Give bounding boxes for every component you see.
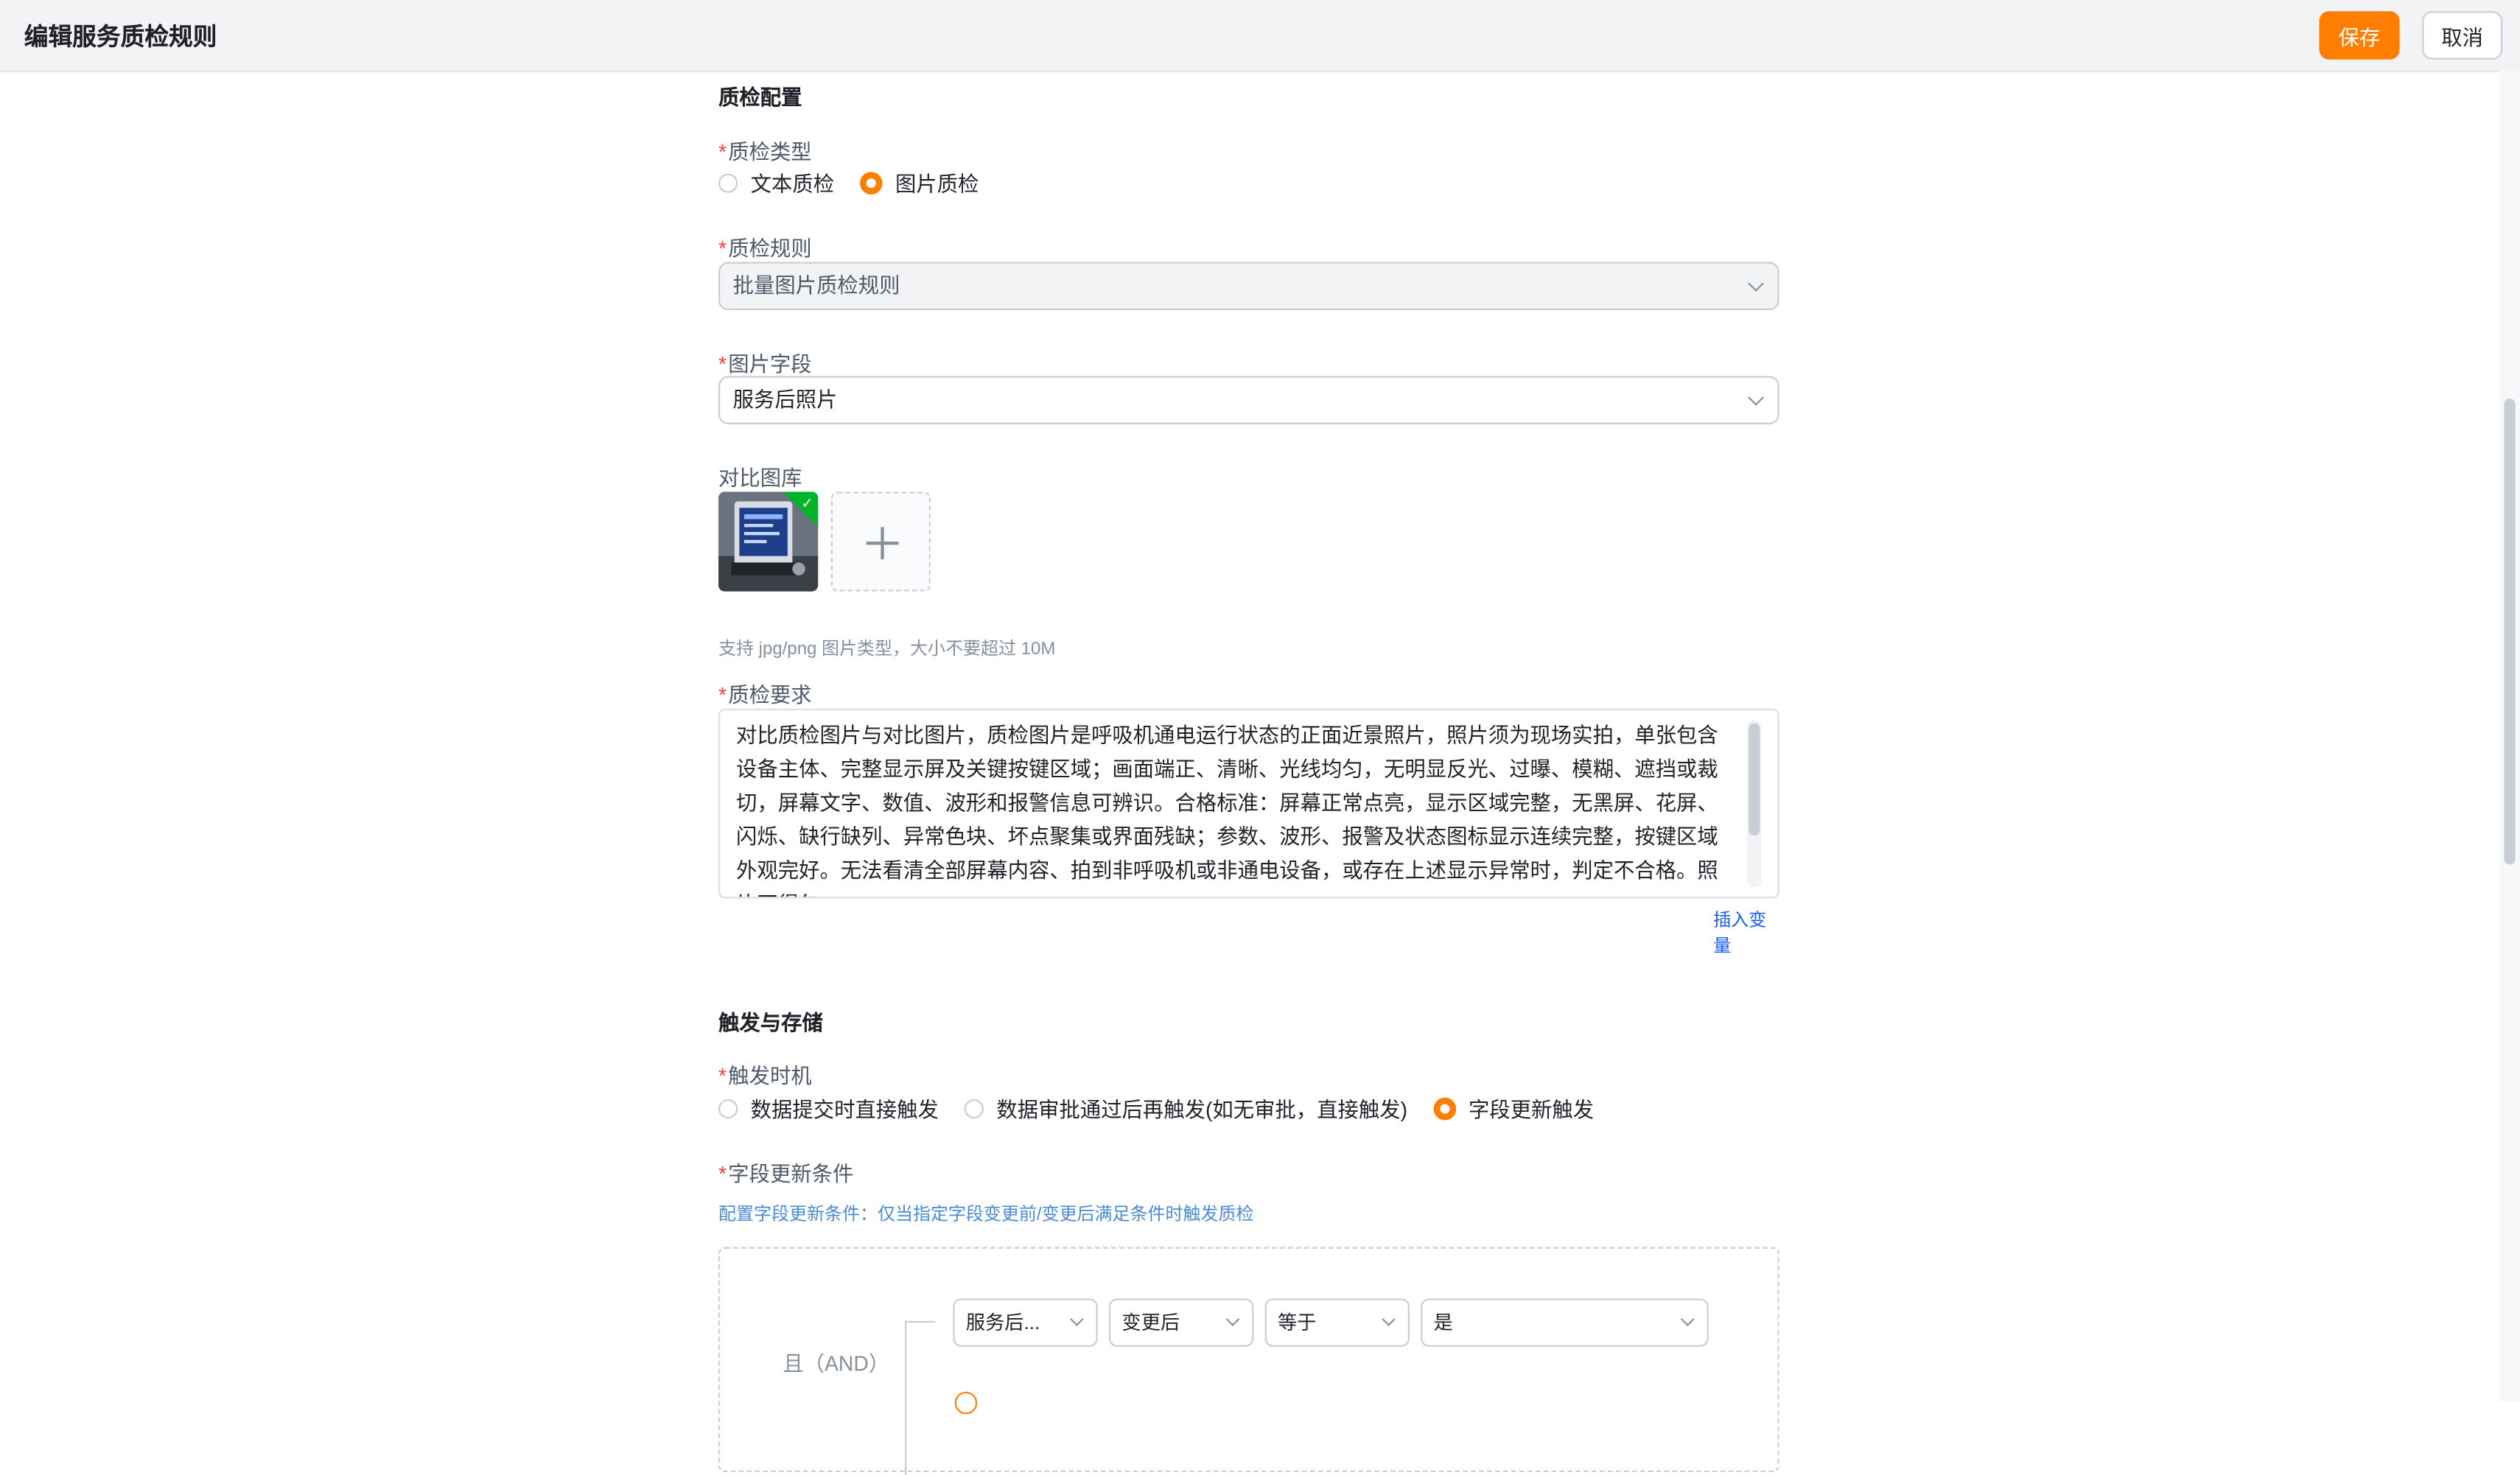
chevron-down-icon — [1748, 276, 1764, 292]
field-update-label: * 字段更新条件 — [718, 1162, 854, 1186]
condition-stage-select[interactable]: 变更后 — [1109, 1298, 1254, 1347]
inspection-type-radio-group: 文本质检 图片质检 — [718, 167, 1004, 197]
save-button[interactable]: 保存 — [2319, 11, 2400, 60]
check-icon: ✓ — [801, 494, 813, 511]
image-field-select[interactable]: 服务后照片 — [718, 376, 1779, 424]
trigger-timing-label: * 触发时机 — [718, 1063, 812, 1088]
image-field-label: * 图片字段 — [718, 351, 812, 376]
radio-trigger-field-update[interactable]: 字段更新触发 — [1432, 1093, 1594, 1123]
inspection-rule-select[interactable]: 批量图片质检规则 — [718, 262, 1779, 310]
radio-unchecked-icon — [718, 1098, 738, 1118]
add-image-button[interactable] — [830, 491, 931, 592]
chevron-down-icon — [1070, 1312, 1084, 1327]
radio-checked-icon — [860, 171, 883, 194]
requirement-textarea[interactable]: 对比质检图片与对比图片，质检图片是呼吸机通电运行状态的正面近景照片，照片须为现场… — [718, 708, 1779, 899]
inspection-type-label: * 质检类型 — [718, 139, 812, 164]
radio-trigger-on-submit[interactable]: 数据提交时直接触发 — [718, 1093, 939, 1123]
top-bar: 编辑服务质检规则 保存 取消 — [0, 0, 2520, 73]
gallery-thumbnail[interactable]: ✓ — [718, 491, 819, 592]
gallery-label: 对比图库 — [718, 466, 802, 491]
chevron-down-icon — [1382, 1312, 1396, 1327]
chevron-down-icon — [1225, 1312, 1240, 1327]
logic-and-label[interactable]: 且（AND） — [783, 1347, 889, 1377]
section-title-quality: 质检配置 — [718, 85, 802, 110]
insert-variable-link[interactable]: 插入变量 — [1713, 906, 1779, 958]
radio-unchecked-icon — [718, 172, 738, 192]
page-title: 编辑服务质检规则 — [24, 24, 217, 52]
condition-value-select[interactable]: 是 — [1421, 1298, 1709, 1347]
trigger-timing-radio-group: 数据提交时直接触发 数据审批通过后再触发(如无审批，直接触发) 字段更新触发 — [718, 1093, 1620, 1123]
cancel-button[interactable]: 取消 — [2422, 11, 2503, 60]
condition-group-box: 且（AND） 服务后... 变更后 等于 是 — [718, 1247, 1779, 1475]
section-title-trigger: 触发与存储 — [718, 1011, 823, 1035]
radio-checked-icon — [1432, 1096, 1456, 1120]
field-update-hint: 配置字段更新条件：仅当指定字段变更前/变更后满足条件时触发质检 — [718, 1205, 1254, 1225]
gallery-hint: 支持 jpg/png 图片类型，大小不要超过 10M — [718, 640, 1056, 659]
inspection-rule-label: * 质检规则 — [718, 236, 812, 261]
add-condition-icon[interactable] — [954, 1391, 978, 1415]
chevron-down-icon — [1748, 390, 1764, 406]
textarea-scrollbar-thumb[interactable] — [1749, 723, 1760, 836]
logic-bracket — [905, 1320, 936, 1475]
radio-text-inspection[interactable]: 文本质检 — [718, 167, 834, 197]
condition-field-select[interactable]: 服务后... — [953, 1298, 1098, 1347]
requirement-label: * 质检要求 — [718, 683, 812, 707]
chevron-down-icon — [1681, 1312, 1695, 1327]
radio-trigger-after-approval[interactable]: 数据审批通过后再触发(如无审批，直接触发) — [964, 1093, 1407, 1123]
page-scrollbar-thumb[interactable] — [2504, 398, 2516, 865]
radio-image-inspection[interactable]: 图片质检 — [860, 167, 979, 197]
app-window: 编辑服务质检规则 保存 取消 质检配置 * 质检类型 文本质检 图片质检 * 质检规… — [0, 0, 2520, 1475]
radio-unchecked-icon — [964, 1098, 984, 1118]
condition-operator-select[interactable]: 等于 — [1264, 1298, 1410, 1347]
